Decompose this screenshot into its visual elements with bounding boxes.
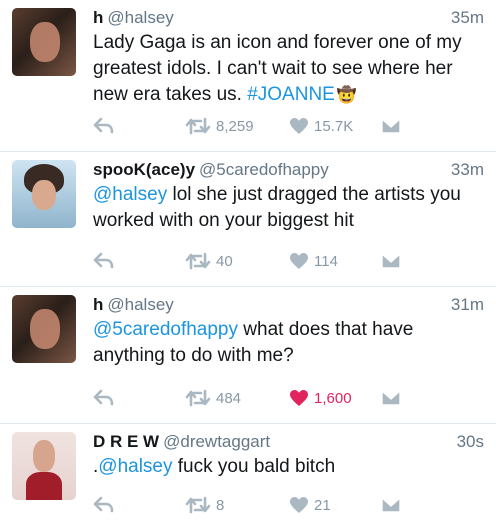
tweet-text: Lady Gaga is an icon and forever one of …	[93, 30, 483, 109]
envelope-icon	[381, 497, 401, 513]
reply-button[interactable]	[93, 114, 115, 138]
tweet-header: D R E W @drewtaggart 30s	[93, 430, 484, 454]
tweet-text-body: fuck you bald bitch	[172, 456, 336, 477]
retweet-button[interactable]: 8,259	[185, 114, 254, 138]
reply-icon	[93, 117, 114, 134]
timestamp[interactable]: 33m	[451, 158, 484, 182]
reply-button[interactable]	[93, 386, 115, 410]
display-name[interactable]: h	[93, 8, 103, 27]
heart-icon	[290, 497, 308, 513]
user-handle[interactable]: @5caredofhappy	[199, 160, 329, 179]
avatar[interactable]	[12, 160, 76, 228]
tweet-actions: 8,259 15.7K	[93, 114, 484, 138]
retweet-count: 40	[216, 252, 233, 270]
heart-icon	[290, 253, 308, 269]
retweet-icon	[185, 389, 211, 407]
tweet-header: h @halsey 31m	[93, 293, 484, 317]
avatar[interactable]	[12, 295, 76, 363]
tweet-feed: h @halsey 35m Lady Gaga is an icon and fo…	[0, 0, 496, 527]
retweet-count: 8	[216, 496, 225, 514]
envelope-icon	[381, 390, 401, 406]
user-handle[interactable]: @halsey	[107, 295, 173, 314]
tweet-text: @halsey lol she just dragged the artists…	[93, 182, 483, 234]
mention-link[interactable]: @5caredofhappy	[93, 319, 238, 340]
avatar[interactable]	[12, 432, 76, 500]
like-count: 21	[314, 496, 331, 514]
envelope-icon	[381, 118, 401, 134]
like-button[interactable]: 21	[289, 493, 331, 517]
tweet[interactable]: h @halsey 35m Lady Gaga is an icon and fo…	[0, 0, 496, 152]
direct-message-button[interactable]	[381, 386, 401, 410]
like-button[interactable]: 1,600	[289, 386, 352, 410]
tweet-text: @5caredofhappy what does that have anyth…	[93, 317, 483, 369]
timestamp[interactable]: 31m	[451, 293, 484, 317]
display-name[interactable]: spooK(ace)y	[93, 160, 195, 179]
display-name[interactable]: h	[93, 295, 103, 314]
direct-message-button[interactable]	[381, 249, 401, 273]
envelope-icon	[381, 253, 401, 269]
like-button[interactable]: 15.7K	[289, 114, 353, 138]
like-count: 114	[314, 252, 338, 270]
tweet-header: spooK(ace)y @5caredofhappy 33m	[93, 158, 484, 182]
retweet-count: 484	[216, 389, 242, 407]
user-handle[interactable]: @halsey	[107, 8, 173, 27]
timestamp[interactable]: 30s	[457, 430, 484, 454]
tweet-actions: 484 1,600	[93, 386, 484, 410]
hashtag-link[interactable]: #JOANNE	[247, 84, 335, 105]
tweet[interactable]: spooK(ace)y @5caredofhappy 33m @halsey lo…	[0, 152, 496, 287]
tweet-text: .@halsey fuck you bald bitch	[93, 454, 483, 480]
direct-message-button[interactable]	[381, 114, 401, 138]
heart-icon	[290, 118, 308, 134]
retweet-icon	[185, 496, 211, 514]
retweet-count: 8,259	[216, 117, 254, 135]
mention-link[interactable]: @halsey	[98, 456, 172, 477]
user-handle[interactable]: @drewtaggart	[163, 432, 270, 451]
like-count: 1,600	[314, 389, 352, 407]
avatar[interactable]	[12, 8, 76, 76]
retweet-button[interactable]: 484	[185, 386, 241, 410]
display-name[interactable]: D R E W	[93, 432, 159, 451]
reply-icon	[93, 496, 114, 513]
heart-icon	[290, 390, 308, 406]
emoji: 🤠	[336, 87, 357, 104]
tweet-header: h @halsey 35m	[93, 6, 484, 30]
tweet-actions: 8 21	[93, 493, 484, 517]
timestamp[interactable]: 35m	[451, 6, 484, 30]
retweet-button[interactable]: 8	[185, 493, 224, 517]
reply-icon	[93, 252, 114, 269]
tweet[interactable]: h @halsey 31m @5caredofhappy what does th…	[0, 287, 496, 424]
direct-message-button[interactable]	[381, 493, 401, 517]
like-count: 15.7K	[314, 117, 354, 135]
mention-link[interactable]: @halsey	[93, 184, 167, 205]
reply-button[interactable]	[93, 249, 115, 273]
tweet[interactable]: D R E W @drewtaggart 30s .@halsey fuck yo…	[0, 424, 496, 527]
retweet-button[interactable]: 40	[185, 249, 233, 273]
like-button[interactable]: 114	[289, 249, 338, 273]
tweet-actions: 40 114	[93, 249, 484, 273]
retweet-icon	[185, 117, 211, 135]
retweet-icon	[185, 252, 211, 270]
reply-button[interactable]	[93, 493, 115, 517]
reply-icon	[93, 389, 114, 406]
